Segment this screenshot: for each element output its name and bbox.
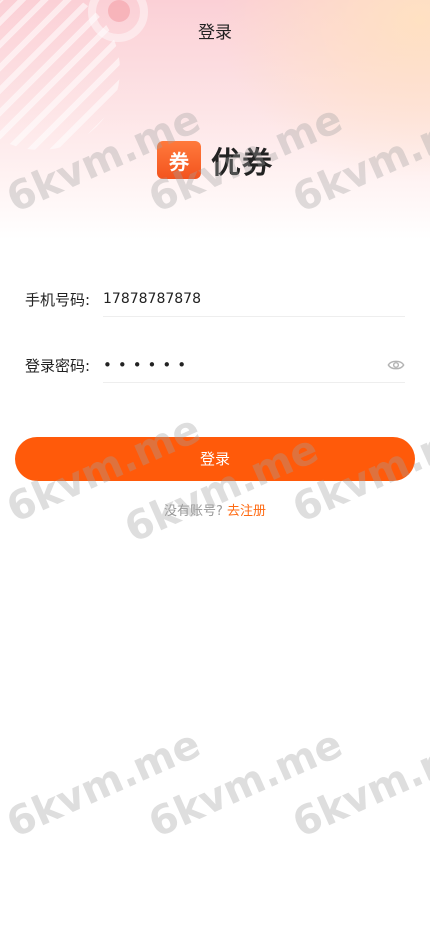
phone-field-wrapper <box>103 281 405 317</box>
register-link[interactable]: 去注册 <box>227 504 266 519</box>
page-title: 登录 <box>198 23 232 43</box>
phone-input[interactable] <box>103 290 405 307</box>
watermark: 6kvm.me <box>0 721 208 848</box>
coupon-icon: 券 <box>157 141 201 179</box>
brand-icon-char: 券 <box>169 149 189 174</box>
brand-logo: 券 优券 <box>0 138 430 182</box>
password-masked-value: •••••• <box>103 355 193 374</box>
phone-label: 手机号码: <box>25 290 91 309</box>
login-button[interactable]: 登录 <box>15 437 415 481</box>
brand-name: 优券 <box>211 146 273 181</box>
password-input[interactable]: •••••• <box>103 347 405 383</box>
password-label: 登录密码: <box>25 356 91 375</box>
watermark: 6kvm.me <box>142 721 350 848</box>
password-row: 登录密码: •••••• <box>25 347 405 383</box>
watermark: 6kvm.me <box>286 721 430 848</box>
register-prompt: 没有账号? <box>163 504 223 519</box>
phone-row: 手机号码: <box>25 281 405 317</box>
register-prompt-line: 没有账号? 去注册 <box>0 500 430 519</box>
eye-icon[interactable] <box>387 356 405 374</box>
